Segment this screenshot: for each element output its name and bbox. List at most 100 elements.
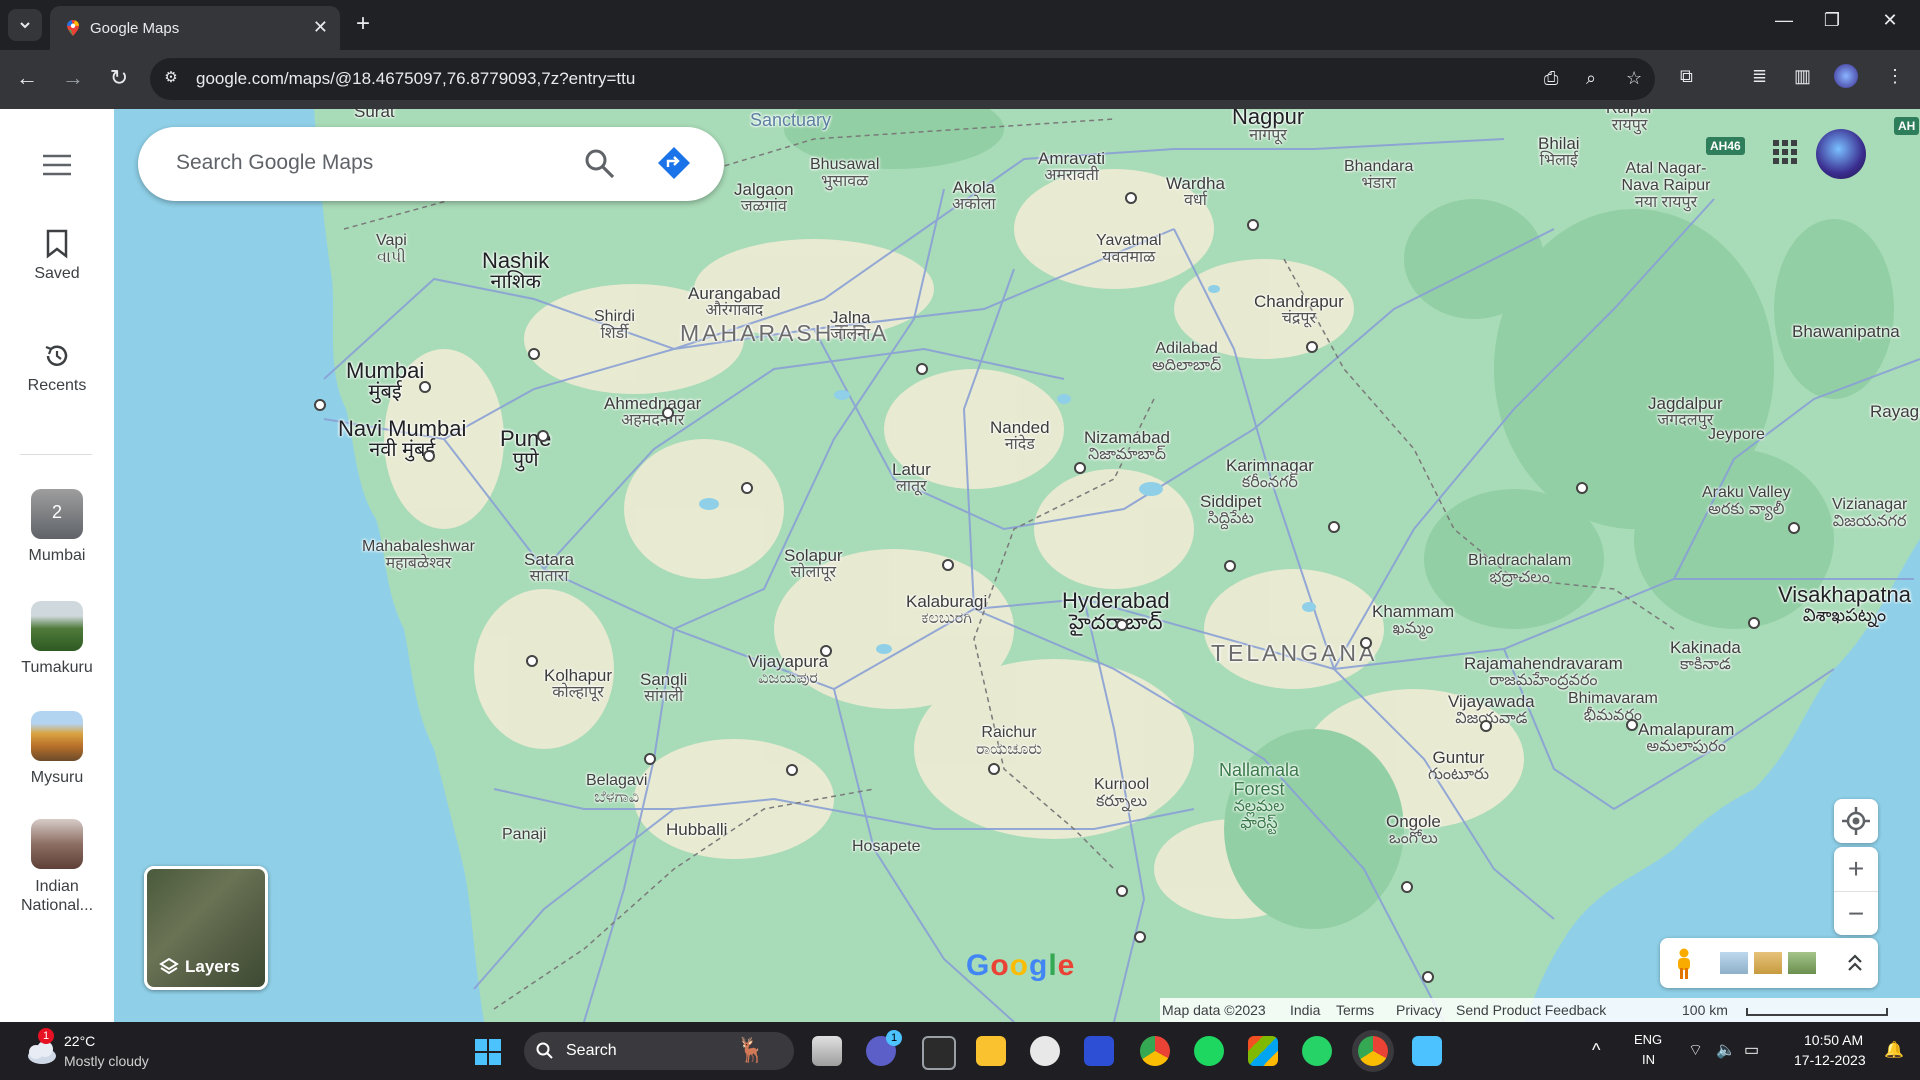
- place-label-chandrapur[interactable]: Chandrapur चंद्रपूर: [1254, 293, 1344, 328]
- expand-up-icon[interactable]: [1846, 952, 1864, 974]
- file-explorer-icon[interactable]: [976, 1036, 1006, 1066]
- city-marker[interactable]: [1306, 341, 1318, 353]
- back-icon[interactable]: ←: [12, 65, 42, 91]
- reload-icon[interactable]: ↻: [104, 65, 134, 91]
- place-label-ahmednagar[interactable]: Ahmednagar अहमदनगर: [604, 395, 701, 430]
- side-panel-icon[interactable]: ▥: [1794, 66, 1811, 87]
- zoom-out-button[interactable]: −: [1834, 892, 1878, 936]
- city-marker[interactable]: [786, 764, 798, 776]
- pegman-icon[interactable]: [1674, 948, 1694, 980]
- bookmark-star-icon[interactable]: ☆: [1626, 68, 1642, 89]
- city-marker[interactable]: [526, 655, 538, 667]
- city-marker[interactable]: [916, 363, 928, 375]
- place-label-jalgaon[interactable]: Jalgaon जळगांव: [734, 181, 794, 216]
- city-marker[interactable]: [423, 450, 435, 462]
- place-label-vijayapura[interactable]: Vijayapura ವಿಜಯಪುರ: [748, 653, 828, 688]
- place-label-navi-mumbai[interactable]: Navi Mumbai नवी मुंबई: [338, 417, 466, 461]
- place-label-shirdi[interactable]: Shirdi शिर्डी: [594, 308, 635, 343]
- city-marker[interactable]: [1074, 462, 1086, 474]
- notes-app-icon[interactable]: [1084, 1036, 1114, 1066]
- city-marker[interactable]: [1748, 617, 1760, 629]
- show-hidden-icons-chevron-icon[interactable]: ^: [1592, 1040, 1600, 1061]
- city-marker[interactable]: [1576, 482, 1588, 494]
- account-avatar[interactable]: [1816, 129, 1866, 179]
- chrome-icon[interactable]: [1140, 1036, 1170, 1066]
- map-canvas[interactable]: Search Google Maps AH46 AH MAHARASHTRA T…: [114, 109, 1920, 1022]
- wifi-icon[interactable]: ⌔: [1688, 1040, 1703, 1060]
- place-label-jalna[interactable]: Jalna जालना: [830, 309, 871, 344]
- weather-widget[interactable]: 1: [24, 1028, 58, 1066]
- place-label-nizamabad[interactable]: Nizamabad నిజామాబాద్: [1084, 429, 1170, 464]
- city-marker[interactable]: [1224, 560, 1236, 572]
- place-label-mahabaleshwar[interactable]: Mahabaleshwar महाबळेश्वर: [362, 538, 475, 573]
- place-label-araku-valley[interactable]: Araku Valley అరకు వ్యాలీ: [1702, 484, 1791, 519]
- place-label-panaji[interactable]: Panaji: [502, 826, 546, 844]
- recent-place-mysuru[interactable]: Mysuru: [0, 711, 114, 787]
- city-marker[interactable]: [644, 753, 656, 765]
- place-label-adilabad[interactable]: Adilabad అదిలాబాద్: [1152, 340, 1221, 375]
- language-indicator-bottom[interactable]: IN: [1642, 1052, 1655, 1067]
- city-marker[interactable]: [1134, 931, 1146, 943]
- url-text[interactable]: google.com/maps/@18.4675097,76.8779093,7…: [196, 69, 635, 89]
- place-label-ongole[interactable]: Ongole ఒంగోలు: [1386, 813, 1441, 848]
- city-marker[interactable]: [942, 559, 954, 571]
- profile-avatar[interactable]: [1834, 64, 1858, 88]
- place-label-wardha[interactable]: Wardha वर्धा: [1166, 175, 1225, 210]
- clock-app-icon[interactable]: [1030, 1036, 1060, 1066]
- place-label-belagavi[interactable]: Belagavi ಬೆಳಗಾವಿ: [586, 772, 647, 807]
- place-label-bhandara[interactable]: Bhandara भंडारा: [1344, 158, 1413, 193]
- place-label-solapur[interactable]: Solapur सोलापूर: [784, 547, 843, 582]
- windows-start-icon[interactable]: [474, 1038, 502, 1066]
- place-label-hubballi[interactable]: Hubballi: [666, 821, 727, 839]
- city-marker[interactable]: [820, 645, 832, 657]
- city-marker[interactable]: [1328, 521, 1340, 533]
- place-label-bhawanipatna[interactable]: Bhawanipatna: [1792, 323, 1900, 341]
- directions-icon[interactable]: [657, 146, 691, 180]
- place-label-hosapete[interactable]: Hosapete: [852, 838, 921, 856]
- place-label-karimnagar[interactable]: Karimnagar కరీంనగర్: [1226, 457, 1314, 492]
- place-label-siddipet[interactable]: Siddipet సిద్దిపేట: [1200, 493, 1261, 528]
- forward-icon[interactable]: →: [58, 65, 88, 91]
- city-marker[interactable]: [1422, 971, 1434, 983]
- place-label-nagpur[interactable]: Nagpur नागपूर: [1232, 109, 1304, 145]
- place-label-mumbai[interactable]: Mumbai मुंबई: [346, 359, 424, 403]
- site-info-icon[interactable]: ⚙: [160, 68, 182, 90]
- place-label-jeypore[interactable]: Jeypore: [1708, 426, 1765, 444]
- place-label-guntur[interactable]: Guntur గుంటూరు: [1428, 749, 1489, 784]
- place-label-atal-nagar[interactable]: Atal Nagar-Nava Raipur नया रायपुर: [1612, 160, 1720, 211]
- task-view-icon[interactable]: [812, 1036, 842, 1066]
- place-label-rayagada[interactable]: Rayagad: [1870, 403, 1920, 421]
- recent-place-indian-national[interactable]: Indian National...: [0, 819, 114, 915]
- place-label-amravati[interactable]: Amravati अमरावती: [1038, 150, 1105, 185]
- city-marker[interactable]: [1626, 719, 1638, 731]
- language-indicator-top[interactable]: ENG: [1634, 1032, 1662, 1047]
- google-apps-icon[interactable]: [1772, 139, 1798, 165]
- recent-place-tumakuru[interactable]: Tumakuru: [0, 601, 114, 677]
- weather-temp[interactable]: 22°C: [64, 1033, 95, 1049]
- imagery-thumbnail[interactable]: [1788, 952, 1816, 974]
- spotify-icon[interactable]: [1194, 1036, 1224, 1066]
- city-marker[interactable]: [537, 430, 549, 442]
- place-label-yavatmal[interactable]: Yavatmal यवतमाळ: [1096, 232, 1162, 267]
- zoom-icon[interactable]: ⌕: [1586, 68, 1596, 89]
- place-label-kurnool[interactable]: Kurnool కర్నూలు: [1094, 776, 1149, 811]
- search-input[interactable]: Search Google Maps: [176, 151, 373, 175]
- recent-place-mumbai[interactable]: 2 Mumbai: [0, 489, 114, 565]
- browser-menu-icon[interactable]: ⋮: [1886, 66, 1904, 87]
- city-marker[interactable]: [741, 482, 753, 494]
- city-marker[interactable]: [528, 348, 540, 360]
- city-marker[interactable]: [1125, 192, 1137, 204]
- place-label-akola[interactable]: Akola अकोला: [952, 179, 996, 214]
- scale-label[interactable]: 100 km: [1682, 1002, 1728, 1018]
- taskbar-search[interactable]: Search 🦌: [524, 1032, 794, 1070]
- place-label-raipur[interactable]: Raipurरायपुर: [1606, 109, 1653, 135]
- place-label-satara[interactable]: Satara सातारा: [524, 551, 574, 586]
- city-marker[interactable]: [1116, 619, 1128, 631]
- city-marker[interactable]: [419, 381, 431, 393]
- place-label-surat[interactable]: Surat: [354, 109, 395, 121]
- window-close-icon[interactable]: ✕: [1870, 10, 1910, 31]
- footer-link-feedback[interactable]: Send Product Feedback: [1456, 1002, 1606, 1018]
- restore-icon[interactable]: ❐: [1812, 10, 1852, 31]
- place-label-jagdalpur[interactable]: Jagdalpur जगदलपुर: [1648, 395, 1723, 430]
- place-label-visakhapatnam[interactable]: Visakhapatna విశాఖపట్నం: [1778, 583, 1911, 625]
